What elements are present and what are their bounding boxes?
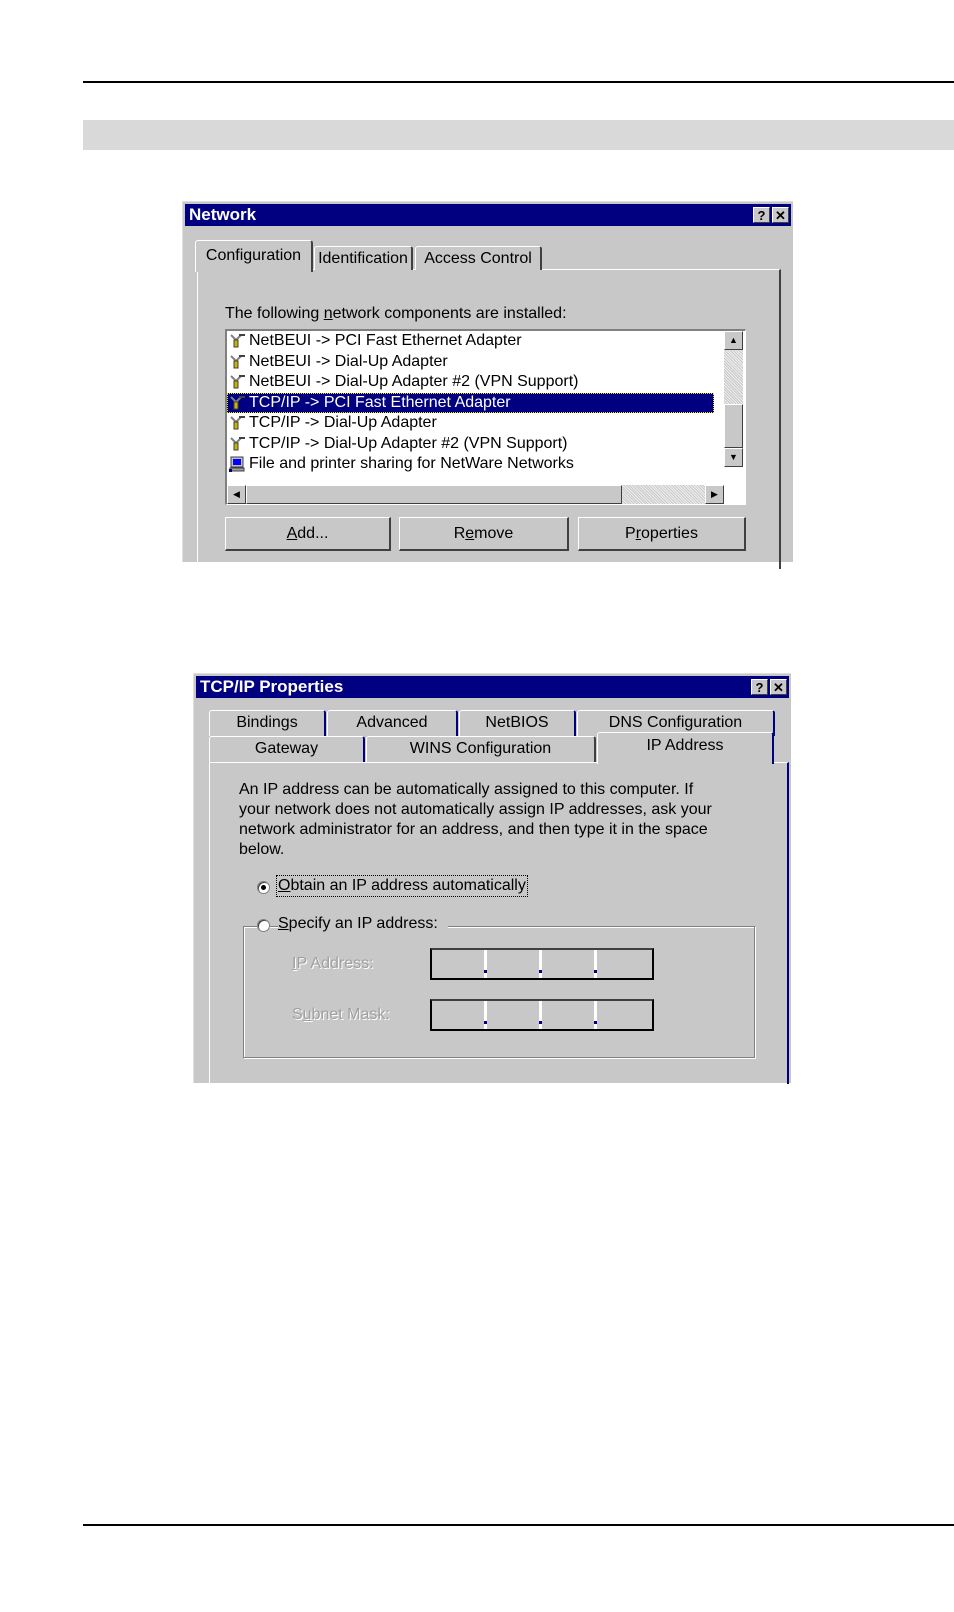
protocol-icon <box>229 333 245 349</box>
ip-description: An IP address can be automatically assig… <box>239 781 712 858</box>
help-button[interactable]: ? <box>751 679 768 695</box>
properties-button[interactable]: Properties <box>578 517 746 551</box>
tcpip-properties-dialog: TCP/IP Properties ? ✕ Bindings Advanced … <box>193 673 791 1084</box>
tab-bindings[interactable]: Bindings <box>209 710 326 736</box>
subnet-mask-label: Subnet Mask: <box>292 1006 390 1023</box>
protocol-icon <box>229 436 245 452</box>
header-rule <box>83 81 954 83</box>
component-list-item[interactable]: TCP/IP -> Dial-Up Adapter #2 (VPN Suppor… <box>227 434 722 454</box>
network-title: Network <box>189 205 257 224</box>
tab-access-control[interactable]: Access Control <box>415 246 542 270</box>
ip-separator-dot <box>594 970 597 973</box>
component-label: TCP/IP -> Dial-Up Adapter #2 (VPN Suppor… <box>249 434 568 452</box>
ip-address-label: IP Address: <box>292 955 374 972</box>
tab-gateway[interactable]: Gateway <box>209 736 365 762</box>
horizontal-scroll-track[interactable] <box>622 485 705 504</box>
vertical-scroll-thumb[interactable] <box>724 404 743 448</box>
ip-separator-dot <box>539 1021 542 1024</box>
tab-configuration[interactable]: Configuration <box>195 240 313 272</box>
close-button[interactable]: ✕ <box>770 679 787 695</box>
scroll-down-button[interactable]: ▼ <box>724 448 743 467</box>
network-dialog: Network ? ✕ Configuration Identification… <box>182 201 793 569</box>
tab-wins-configuration[interactable]: WINS Configuration <box>366 736 596 762</box>
component-label: TCP/IP -> PCI Fast Ethernet Adapter <box>249 393 511 411</box>
ip-separator-dot <box>484 970 487 973</box>
ip-separator-dot <box>484 1021 487 1024</box>
component-label: TCP/IP -> Dial-Up Adapter <box>249 414 437 431</box>
component-label: NetBEUI -> PCI Fast Ethernet Adapter <box>249 332 522 349</box>
component-label: NetBEUI -> Dial-Up Adapter <box>249 352 448 370</box>
radio-selected-dot <box>261 885 266 890</box>
protocol-icon <box>229 395 245 411</box>
specify-ip-radio[interactable] <box>257 919 270 932</box>
scroll-up-button[interactable]: ▲ <box>724 331 743 350</box>
component-list-item[interactable]: File and printer sharing for NetWare Net… <box>227 454 722 474</box>
horizontal-scroll-thumb[interactable] <box>246 485 622 504</box>
ip-separator-dot <box>539 970 542 973</box>
protocol-icon <box>229 415 245 431</box>
protocol-icon <box>229 374 245 390</box>
components-listbox[interactable]: NetBEUI -> PCI Fast Ethernet Adapter NetB… <box>225 329 746 505</box>
scroll-left-button[interactable]: ◀ <box>227 485 246 504</box>
component-list-item[interactable]: TCP/IP -> PCI Fast Ethernet Adapter <box>227 392 714 413</box>
add-button[interactable]: Add... <box>225 517 391 551</box>
component-list-item[interactable]: NetBEUI -> Dial-Up Adapter <box>227 352 722 372</box>
tab-netbios[interactable]: NetBIOS <box>459 710 576 736</box>
component-list-item[interactable]: TCP/IP -> Dial-Up Adapter <box>227 413 722 433</box>
component-list-item[interactable]: NetBEUI -> PCI Fast Ethernet Adapter <box>227 331 722 351</box>
tab-ip-address[interactable]: IP Address <box>597 732 774 764</box>
component-label: File and printer sharing for NetWare Net… <box>249 455 574 472</box>
network-titlebar: Network ? ✕ <box>185 204 791 226</box>
tcpip-title: TCP/IP Properties <box>200 677 344 696</box>
specify-ip-groupbox <box>243 926 755 1058</box>
specify-ip-label[interactable]: Specify an IP address: <box>278 915 448 933</box>
scroll-right-button[interactable]: ▶ <box>705 485 724 504</box>
vertical-scroll-track[interactable] <box>724 350 743 404</box>
component-label: NetBEUI -> Dial-Up Adapter #2 (VPN Suppo… <box>249 373 579 390</box>
remove-button[interactable]: Remove <box>399 517 569 551</box>
obtain-ip-automatically-label[interactable]: Obtain an IP address automatically <box>276 875 528 897</box>
protocol-icon <box>229 354 245 370</box>
subnet-mask-field[interactable] <box>430 999 654 1031</box>
ip-separator-dot <box>594 1021 597 1024</box>
obtain-ip-automatically-radio[interactable] <box>257 881 270 894</box>
ip-address-field[interactable] <box>430 948 654 980</box>
close-button[interactable]: ✕ <box>772 207 789 223</box>
help-button[interactable]: ? <box>753 207 770 223</box>
tab-identification[interactable]: Identification <box>314 246 413 270</box>
service-icon <box>229 456 245 472</box>
section-heading-band <box>83 120 954 150</box>
components-label: The following network components are ins… <box>225 305 567 322</box>
footer-rule <box>83 1524 954 1526</box>
component-list-item[interactable]: NetBEUI -> Dial-Up Adapter #2 (VPN Suppo… <box>227 372 722 392</box>
tab-advanced[interactable]: Advanced <box>327 710 458 736</box>
tcpip-titlebar: TCP/IP Properties ? ✕ <box>196 676 789 698</box>
